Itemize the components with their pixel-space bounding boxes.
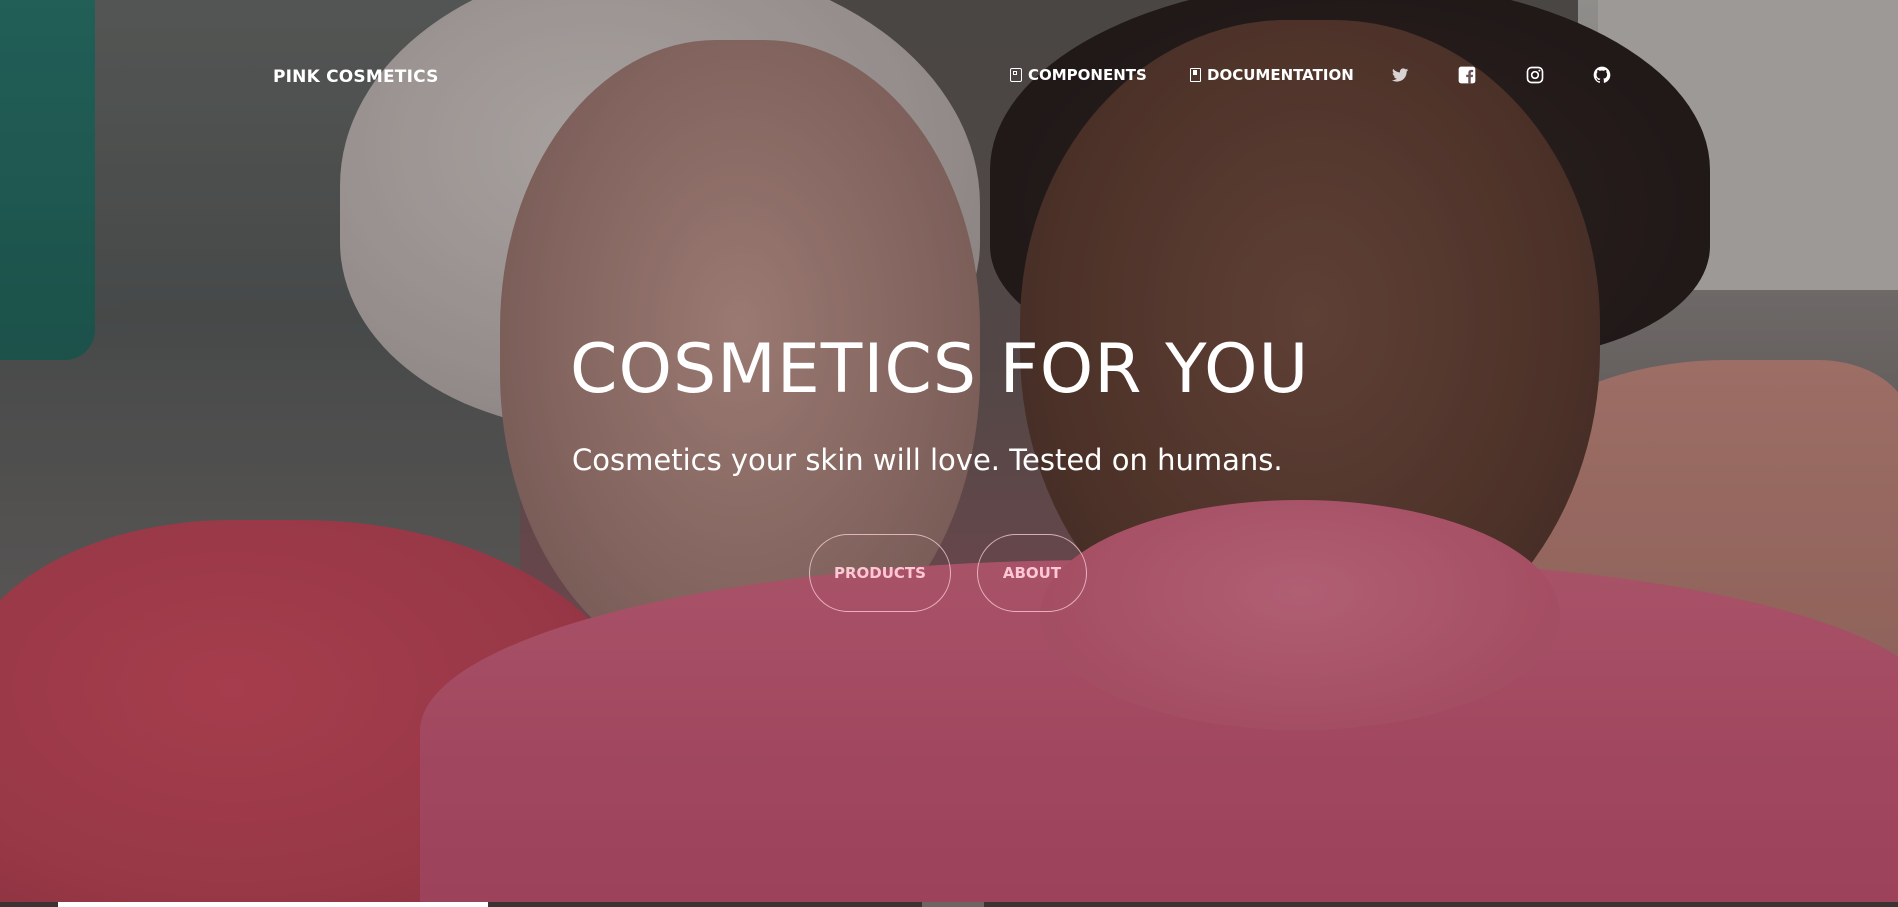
facebook-link[interactable] [1456,64,1478,86]
nav-documentation-label: DOCUMENTATION [1207,66,1354,84]
instagram-link[interactable] [1524,64,1546,86]
hero-title: COSMETICS FOR YOU [570,330,1310,409]
github-icon [1593,66,1611,83]
components-icon [1010,68,1022,82]
facebook-icon [1458,66,1476,84]
hero-section: PINK COSMETICS COMPONENTS DOCUMENTATION … [0,0,1898,902]
github-link[interactable] [1591,64,1613,86]
instagram-icon [1526,66,1544,84]
carousel-indicator[interactable] [922,902,984,907]
nav-components-label: COMPONENTS [1028,66,1147,84]
products-button[interactable]: PRODUCTS [809,534,951,612]
about-button[interactable]: ABOUT [977,534,1087,612]
nav-documentation-link[interactable]: DOCUMENTATION [1190,66,1354,84]
twitter-icon [1391,68,1409,82]
twitter-link[interactable] [1389,64,1411,86]
brand-logo-link[interactable]: PINK COSMETICS [273,67,439,87]
book-icon [1190,68,1201,82]
carousel-indicators [0,902,1898,907]
carousel-indicator-active[interactable] [58,902,488,907]
nav-components-link[interactable]: COMPONENTS [1010,66,1147,84]
hero-subtitle: Cosmetics your skin will love. Tested on… [572,443,1283,477]
